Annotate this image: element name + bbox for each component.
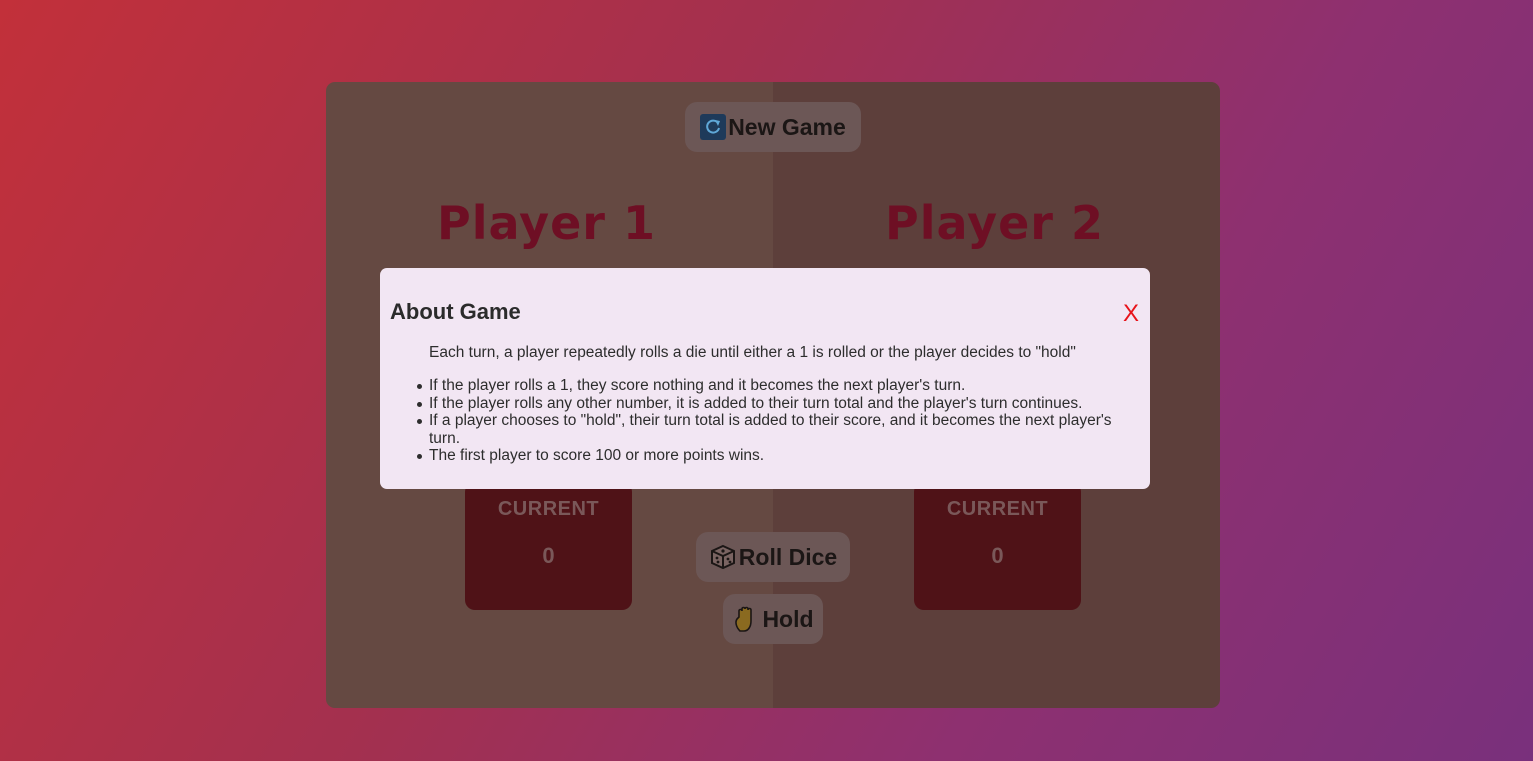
roll-dice-button[interactable]: Roll Dice — [696, 532, 850, 582]
dice-icon — [709, 543, 737, 571]
hand-icon — [732, 605, 760, 633]
hold-button[interactable]: Hold — [723, 594, 823, 644]
player-1-current-label: CURRENT — [497, 498, 600, 520]
player-2-current-label: CURRENT — [946, 498, 1049, 520]
player-1-current-score: 0 — [542, 543, 555, 568]
rule-item: If a player chooses to "hold", their tur… — [417, 412, 1135, 447]
rule-item: If the player rolls a 1, they score noth… — [417, 377, 1135, 395]
rule-item: If the player rolls any other number, it… — [417, 395, 1135, 413]
about-game-modal: About Game X Each turn, a player repeate… — [380, 268, 1150, 489]
modal-intro: Each turn, a player repeatedly rolls a d… — [429, 344, 1076, 361]
hold-label: Hold — [762, 605, 814, 632]
player-1-name: Player 1 — [437, 196, 656, 250]
rules-list: If the player rolls a 1, they score noth… — [417, 377, 1135, 465]
player-2-current-score: 0 — [991, 543, 1004, 568]
roll-dice-label: Roll Dice — [738, 543, 838, 570]
rule-item: The first player to score 100 or more po… — [417, 447, 1135, 465]
close-icon[interactable]: X — [1123, 302, 1139, 326]
player-2-current-box: CURRENT 0 — [914, 482, 1081, 610]
new-game-button[interactable]: New Game — [685, 102, 861, 152]
refresh-icon — [700, 114, 727, 140]
new-game-label: New Game — [728, 113, 846, 140]
modal-title: About Game — [390, 299, 521, 324]
player-1-current-box: CURRENT 0 — [465, 482, 632, 610]
player-2-name: Player 2 — [885, 196, 1104, 250]
